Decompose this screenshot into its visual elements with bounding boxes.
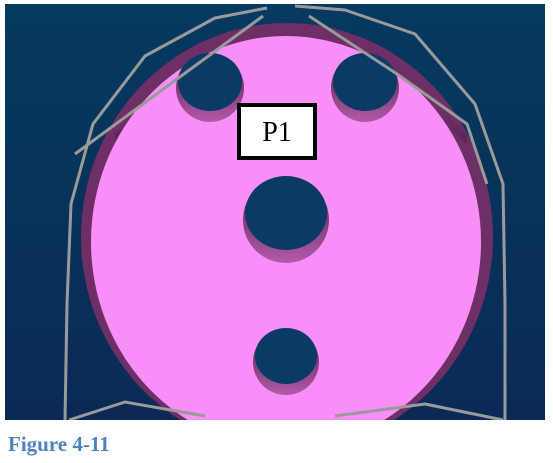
hole-top-right	[331, 53, 399, 122]
3d-viewport[interactable]: P1	[5, 4, 545, 420]
hole-bottom	[253, 328, 319, 395]
hole-top-left	[176, 53, 244, 122]
figure-caption: Figure 4-11	[8, 432, 110, 456]
model-render: P1	[5, 4, 545, 420]
part-label-box: P1	[237, 103, 317, 160]
part-label: P1	[262, 117, 292, 148]
hole-center	[243, 176, 329, 263]
